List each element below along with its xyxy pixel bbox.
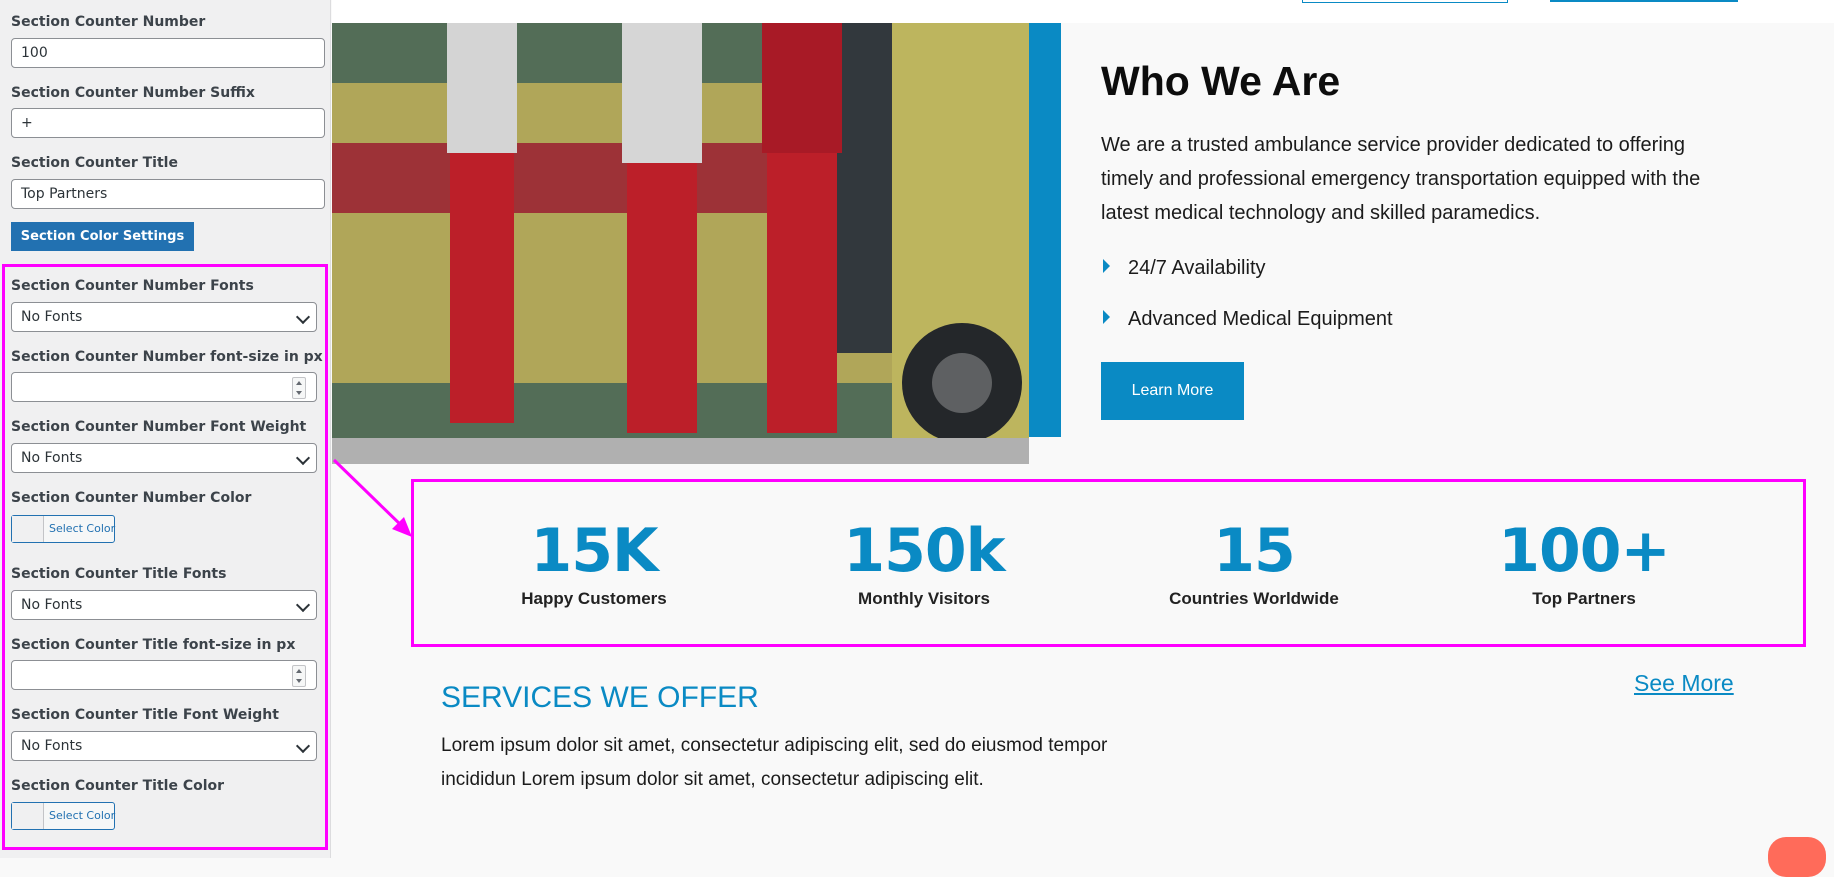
stat-item: 100+ Top Partners xyxy=(1419,515,1749,609)
header-button-outline[interactable] xyxy=(1302,0,1508,3)
see-more-link[interactable]: See More xyxy=(1634,670,1734,697)
counter-suffix-input[interactable]: + xyxy=(11,108,325,138)
accent-bar xyxy=(1029,23,1061,437)
ambulance-team-illustration xyxy=(332,23,1029,464)
ambulance-team-image xyxy=(332,23,1029,464)
caret-right-icon xyxy=(1103,310,1110,324)
about-bullet-text: 24/7 Availability xyxy=(1128,257,1266,279)
stat-title: Countries Worldwide xyxy=(1169,589,1339,608)
services-description: Lorem ipsum dolor sit amet, consectetur … xyxy=(441,735,1108,790)
counter-title-input[interactable]: Top Partners xyxy=(11,179,325,209)
stat-number: 15K xyxy=(530,516,659,586)
header-button-filled[interactable] xyxy=(1550,0,1738,2)
section-color-settings-button[interactable]: Section Color Settings xyxy=(11,222,194,251)
about-heading: Who We Are xyxy=(1101,58,1341,104)
settings-panel: Section Counter Number 100 Section Count… xyxy=(0,0,331,858)
stat-title: Monthly Visitors xyxy=(858,589,990,608)
counter-number-input[interactable]: 100 xyxy=(11,38,325,68)
about-bullet-text: Advanced Medical Equipment xyxy=(1128,308,1393,330)
highlight-box-settings xyxy=(2,264,328,850)
learn-more-button[interactable]: Learn More xyxy=(1101,362,1244,420)
stat-title: Happy Customers xyxy=(521,589,667,608)
counter-number-label: Section Counter Number xyxy=(11,14,206,30)
stat-number: 15 xyxy=(1213,516,1296,586)
about-bullet: 24/7 Availability xyxy=(1103,257,1266,280)
stat-number: 100+ xyxy=(1498,516,1671,586)
stat-number: 150k xyxy=(843,516,1005,586)
caret-right-icon xyxy=(1103,259,1110,273)
services-heading: SERVICES WE OFFER xyxy=(441,681,759,714)
stat-title: Top Partners xyxy=(1532,589,1636,608)
stat-item: 15 Countries Worldwide xyxy=(1089,515,1419,609)
counter-title-label: Section Counter Title xyxy=(11,155,178,171)
counter-suffix-label: Section Counter Number Suffix xyxy=(11,85,255,101)
header-strip xyxy=(332,0,1834,23)
about-description: We are a trusted ambulance service provi… xyxy=(1101,134,1701,224)
about-bullet: Advanced Medical Equipment xyxy=(1103,308,1393,331)
floating-action-button[interactable] xyxy=(1768,837,1826,877)
stat-item: 150k Monthly Visitors xyxy=(759,515,1089,609)
stat-item: 15K Happy Customers xyxy=(429,515,759,609)
